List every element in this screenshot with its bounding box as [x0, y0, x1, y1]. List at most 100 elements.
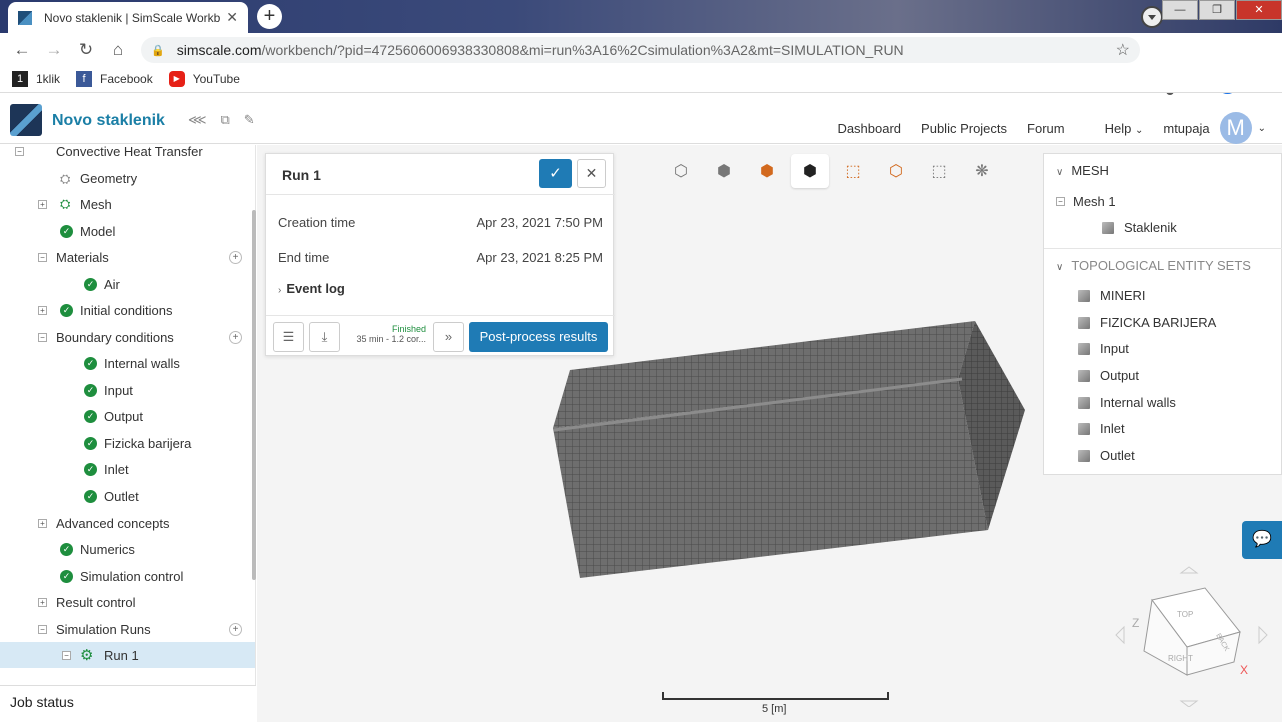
rotate-left-arrow-icon[interactable] [1115, 625, 1125, 645]
tree-item-outlet[interactable]: ✓ Outlet [0, 483, 255, 509]
chat-button[interactable]: 💬 [1242, 521, 1282, 559]
scale-label: 5 [m] [762, 703, 787, 715]
add-boundary-condition-button[interactable]: + [229, 331, 242, 344]
reload-icon[interactable]: ↻ [70, 40, 102, 60]
lock-icon[interactable]: 🔒 [151, 44, 165, 57]
check-icon: ✓ [84, 490, 97, 503]
nav-dashboard[interactable]: Dashboard [837, 121, 901, 136]
expand-icon[interactable]: + [38, 519, 47, 528]
job-status-panel[interactable]: Job status [0, 685, 256, 722]
tree-item-initial-conditions[interactable]: + ✓ Initial conditions [0, 297, 255, 323]
staklenik-item[interactable]: Staklenik [1102, 220, 1177, 235]
bookmark-star-icon[interactable]: ☆ [1116, 40, 1130, 60]
tree-item-inlet[interactable]: ✓ Inlet [0, 456, 255, 482]
tree-item-air[interactable]: ✓ Air [0, 271, 255, 297]
share-icon[interactable]: ⋘ [188, 112, 221, 127]
bookmark-1klik[interactable]: 1 1klik [12, 71, 60, 87]
tree-item-numerics[interactable]: ✓ Numerics [0, 536, 255, 562]
copy-icon[interactable]: ⧉ [221, 112, 244, 127]
tree-item-materials[interactable]: − Materials + [0, 244, 255, 270]
tree-item-simulation-runs[interactable]: − Simulation Runs + [0, 616, 255, 642]
topo-item-output[interactable]: Output [1078, 368, 1139, 383]
back-icon[interactable]: ← [6, 40, 38, 60]
new-tab-button[interactable]: + [257, 4, 282, 29]
tree-item-internal-walls[interactable]: ✓ Internal walls [0, 350, 255, 376]
collapse-icon[interactable]: − [38, 333, 47, 342]
collapse-icon[interactable]: − [62, 651, 71, 660]
post-process-button[interactable]: Post-process results [469, 322, 608, 352]
bookmarks-bar: 1 1klik f Facebook ▶ YouTube [0, 66, 1282, 93]
check-icon: ✓ [60, 225, 73, 238]
window-close-button[interactable]: ✕ [1236, 0, 1282, 20]
topo-item-input[interactable]: Input [1078, 341, 1129, 356]
rotate-right-arrow-icon[interactable] [1258, 625, 1268, 645]
nav-forum[interactable]: Forum [1027, 121, 1065, 136]
nav-help[interactable]: Help ⌄ [1085, 121, 1144, 136]
minimize-button[interactable]: — [1162, 0, 1198, 20]
list-icon[interactable]: ☰ [273, 322, 304, 352]
simscale-logo[interactable] [10, 104, 42, 136]
browser-toolbar: ← → ↻ ⌂ 🔒 simscale.com/workbench/?pid=47… [0, 33, 1282, 95]
nav-public-projects[interactable]: Public Projects [921, 121, 1007, 136]
tree-item-output[interactable]: ✓ Output [0, 403, 255, 429]
expand-icon[interactable]: + [38, 598, 47, 607]
topo-item-internal-walls[interactable]: Internal walls [1078, 395, 1176, 410]
mesh-section-header[interactable]: ∨ MESH [1056, 163, 1109, 178]
user-menu-chevron-icon[interactable]: ⌄ [1258, 123, 1266, 134]
home-icon[interactable]: ⌂ [102, 40, 134, 60]
run-gear-icon: ⚙ [80, 647, 94, 664]
collapse-icon[interactable]: − [1056, 197, 1065, 206]
tree-item-fizicka-barijera[interactable]: ✓ Fizicka barijera [0, 430, 255, 456]
end-time-value: Apr 23, 2021 8:25 PM [476, 250, 603, 265]
tree-item-result-control[interactable]: + Result control [0, 589, 255, 615]
add-material-button[interactable]: + [229, 251, 242, 264]
tree-item-convective-heat-transfer[interactable]: − Convective Heat Transfer [0, 145, 255, 164]
topo-item-inlet[interactable]: Inlet [1078, 421, 1125, 436]
collapse-icon[interactable]: − [38, 625, 47, 634]
tree-item-boundary-conditions[interactable]: − Boundary conditions + [0, 324, 255, 350]
url-text[interactable]: simscale.com/workbench/?pid=472560600693… [177, 42, 904, 58]
tree-item-input[interactable]: ✓ Input [0, 377, 255, 403]
tab-search-icon[interactable] [1141, 6, 1163, 28]
tree-scrollbar[interactable] [252, 210, 256, 580]
bookmark-facebook[interactable]: f Facebook [76, 71, 153, 87]
browser-tab[interactable]: Novo staklenik | SimScale Workb ✕ [8, 2, 248, 33]
expand-icon[interactable]: + [38, 200, 47, 209]
cube-icon [1078, 449, 1090, 462]
topo-item-fizicka-barijera[interactable]: FIZICKA BARIJERA [1078, 315, 1216, 330]
geometry-icon: ⛭ [60, 171, 71, 186]
bookmark-youtube[interactable]: ▶ YouTube [168, 71, 240, 87]
expand-double-chevron-icon[interactable]: » [433, 322, 464, 352]
cube-icon [1102, 221, 1114, 234]
download-icon[interactable]: ⤓ [309, 322, 340, 352]
edit-pencil-icon[interactable]: ✎ [244, 112, 269, 127]
tree-item-model[interactable]: ✓ Model [0, 218, 255, 244]
address-bar[interactable]: 🔒 simscale.com/workbench/?pid=4725606006… [141, 37, 1140, 63]
username[interactable]: mtupaja [1163, 121, 1209, 136]
user-avatar[interactable]: M [1219, 112, 1252, 144]
add-run-button[interactable]: + [229, 623, 242, 636]
topo-item-mineri[interactable]: MINERI [1078, 288, 1146, 303]
topo-item-outlet[interactable]: Outlet [1078, 448, 1135, 463]
tree-item-simulation-control[interactable]: ✓ Simulation control [0, 563, 255, 589]
collapse-icon[interactable]: − [38, 253, 47, 262]
tree-item-advanced-concepts[interactable]: + Advanced concepts [0, 510, 255, 536]
event-log-toggle[interactable]: › Event log [278, 281, 345, 296]
mesh-1-item[interactable]: − Mesh 1 [1056, 194, 1116, 209]
tree-item-run-1[interactable]: − ⚙ Run 1 [0, 642, 255, 668]
rotate-up-arrow-icon[interactable] [1179, 566, 1199, 574]
maximize-button[interactable]: ❐ [1199, 0, 1235, 20]
tree-item-geometry[interactable]: ⛭ Geometry [0, 165, 255, 191]
collapse-icon[interactable]: − [15, 147, 24, 156]
confirm-check-button[interactable]: ✓ [539, 159, 572, 188]
tab-close-icon[interactable]: ✕ [226, 9, 238, 26]
topo-section-header[interactable]: ∨ TOPOLOGICAL ENTITY SETS [1056, 258, 1251, 273]
rotate-down-arrow-icon[interactable] [1179, 700, 1199, 707]
forward-icon[interactable]: → [38, 40, 70, 60]
axis-z-label: Z [1132, 616, 1139, 630]
navigation-cube[interactable]: TOP BACK RIGHT Z X [1112, 557, 1272, 707]
close-panel-button[interactable]: ✕ [577, 159, 606, 188]
cube-icon [1078, 396, 1090, 409]
tree-item-mesh[interactable]: + ⛭ Mesh [0, 191, 255, 217]
expand-icon[interactable]: + [38, 306, 47, 315]
